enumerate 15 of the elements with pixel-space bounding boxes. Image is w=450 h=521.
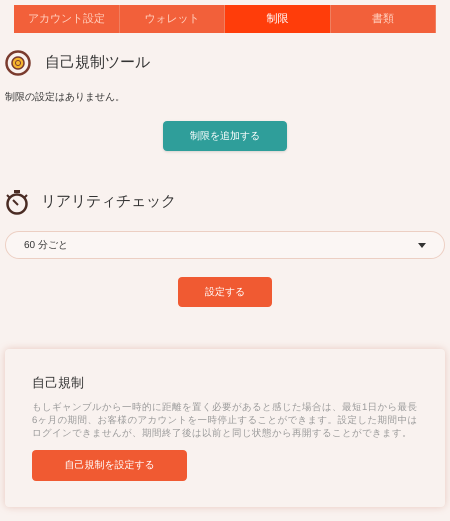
- tab[interactable]: 制限: [225, 5, 330, 33]
- stopwatch-icon: [5, 189, 29, 215]
- add-limit-button[interactable]: 制限を追加する: [163, 121, 287, 151]
- card-description: もしギャンブルから一時的に距離を置く必要があると感じた場合は、最短1日から最長6ヶ月の期間、お客様のアカウントを一時停止することができます。設定した期間中はログインできませんが、期間終了後は以前と同じ状態から再開することができます。: [32, 400, 418, 440]
- section-title: 自己規制ツール: [45, 52, 150, 73]
- card-title: 自己規制: [32, 374, 85, 392]
- tab[interactable]: 書類: [330, 5, 436, 33]
- section-title: リアリティチェック: [41, 192, 176, 212]
- tab[interactable]: ウォレット: [120, 5, 225, 33]
- set-button[interactable]: 設定する: [178, 277, 272, 307]
- message: 制限の設定はありません。: [4, 90, 126, 105]
- interval-select[interactable]: 60 分ごと: [5, 231, 445, 259]
- self-exclusion-button[interactable]: 自己規制を設定する: [32, 450, 187, 480]
- tab[interactable]: アカウント設定: [14, 5, 120, 33]
- dropdown-icon: [418, 242, 426, 248]
